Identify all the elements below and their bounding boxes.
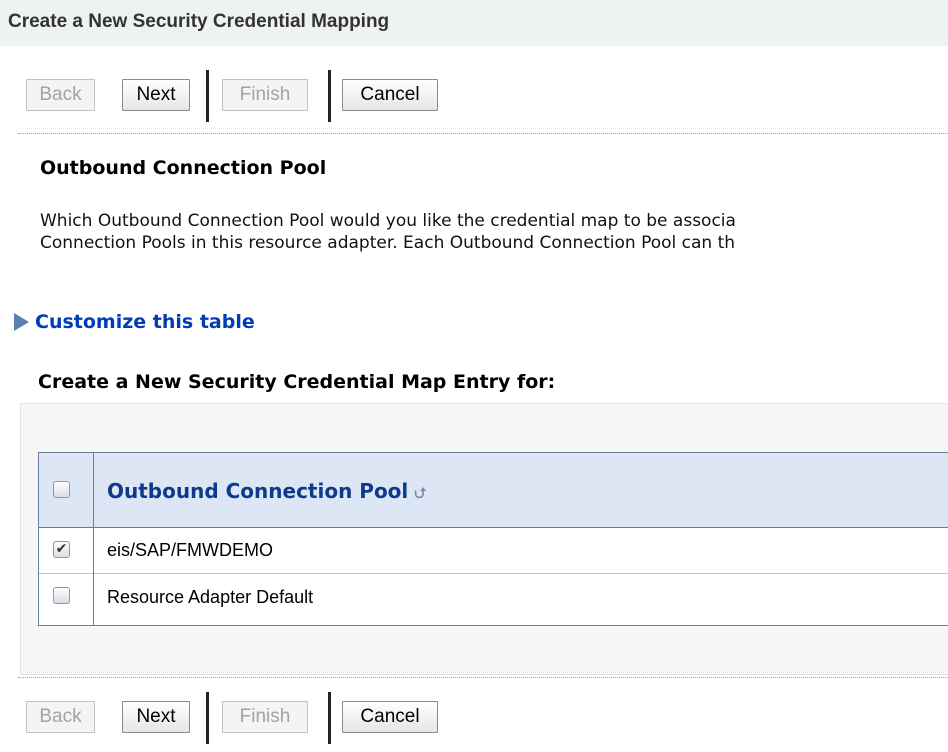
back-button[interactable]: Back — [26, 79, 95, 111]
table-header-row: Outbound Connection Pool ⮍ — [39, 453, 948, 528]
back-button[interactable]: Back — [26, 701, 95, 733]
select-all-checkbox[interactable] — [53, 481, 70, 498]
customize-table-link[interactable]: Customize this table — [35, 311, 255, 333]
button-separator — [328, 70, 331, 122]
divider — [18, 133, 948, 134]
sort-ascending-icon[interactable]: ⮍ — [414, 483, 426, 508]
customize-table-toggle[interactable]: Customize this table — [14, 309, 255, 335]
finish-button[interactable]: Finish — [222, 79, 308, 111]
table-row: ✔ eis/SAP/FMWDEMO — [39, 527, 948, 574]
cancel-button[interactable]: Cancel — [342, 79, 438, 111]
page-title-bar: Create a New Security Credential Mapping — [0, 0, 948, 46]
description-line: Connection Pools in this resource adapte… — [40, 233, 736, 253]
button-separator — [206, 692, 209, 744]
disclosure-triangle-icon — [14, 313, 29, 331]
column-header-label[interactable]: Outbound Connection Pool — [107, 479, 408, 503]
row-checkbox-cell: ✔ — [39, 527, 94, 573]
divider — [18, 677, 948, 678]
pool-name-cell: eis/SAP/FMWDEMO — [107, 540, 274, 560]
cancel-button[interactable]: Cancel — [342, 701, 438, 733]
top-button-bar: Back Next Finish Cancel — [0, 70, 948, 130]
page-title: Create a New Security Credential Mapping — [8, 11, 390, 32]
table-row: Resource Adapter Default — [39, 573, 948, 626]
button-separator — [206, 70, 209, 122]
table-caption: Create a New Security Credential Map Ent… — [38, 371, 556, 393]
connection-pool-table: Outbound Connection Pool ⮍ ✔ eis/SAP/FMWD… — [38, 452, 948, 626]
row-checkbox-checked[interactable]: ✔ — [53, 541, 70, 558]
section-title: Outbound Connection Pool — [40, 157, 327, 179]
next-button[interactable]: Next — [122, 79, 190, 111]
section-description: Which Outbound Connection Pool would you… — [40, 210, 940, 254]
next-button[interactable]: Next — [122, 701, 190, 733]
column-header-outbound-connection-pool[interactable]: Outbound Connection Pool ⮍ — [107, 479, 426, 508]
button-separator — [328, 692, 331, 744]
row-checkbox[interactable] — [53, 587, 70, 604]
select-all-cell — [39, 453, 94, 527]
bottom-button-bar: Back Next Finish Cancel — [0, 692, 948, 752]
row-checkbox-cell — [39, 573, 94, 626]
finish-button[interactable]: Finish — [222, 701, 308, 733]
description-line: Which Outbound Connection Pool would you… — [40, 211, 736, 231]
pool-name-cell: Resource Adapter Default — [107, 587, 314, 607]
